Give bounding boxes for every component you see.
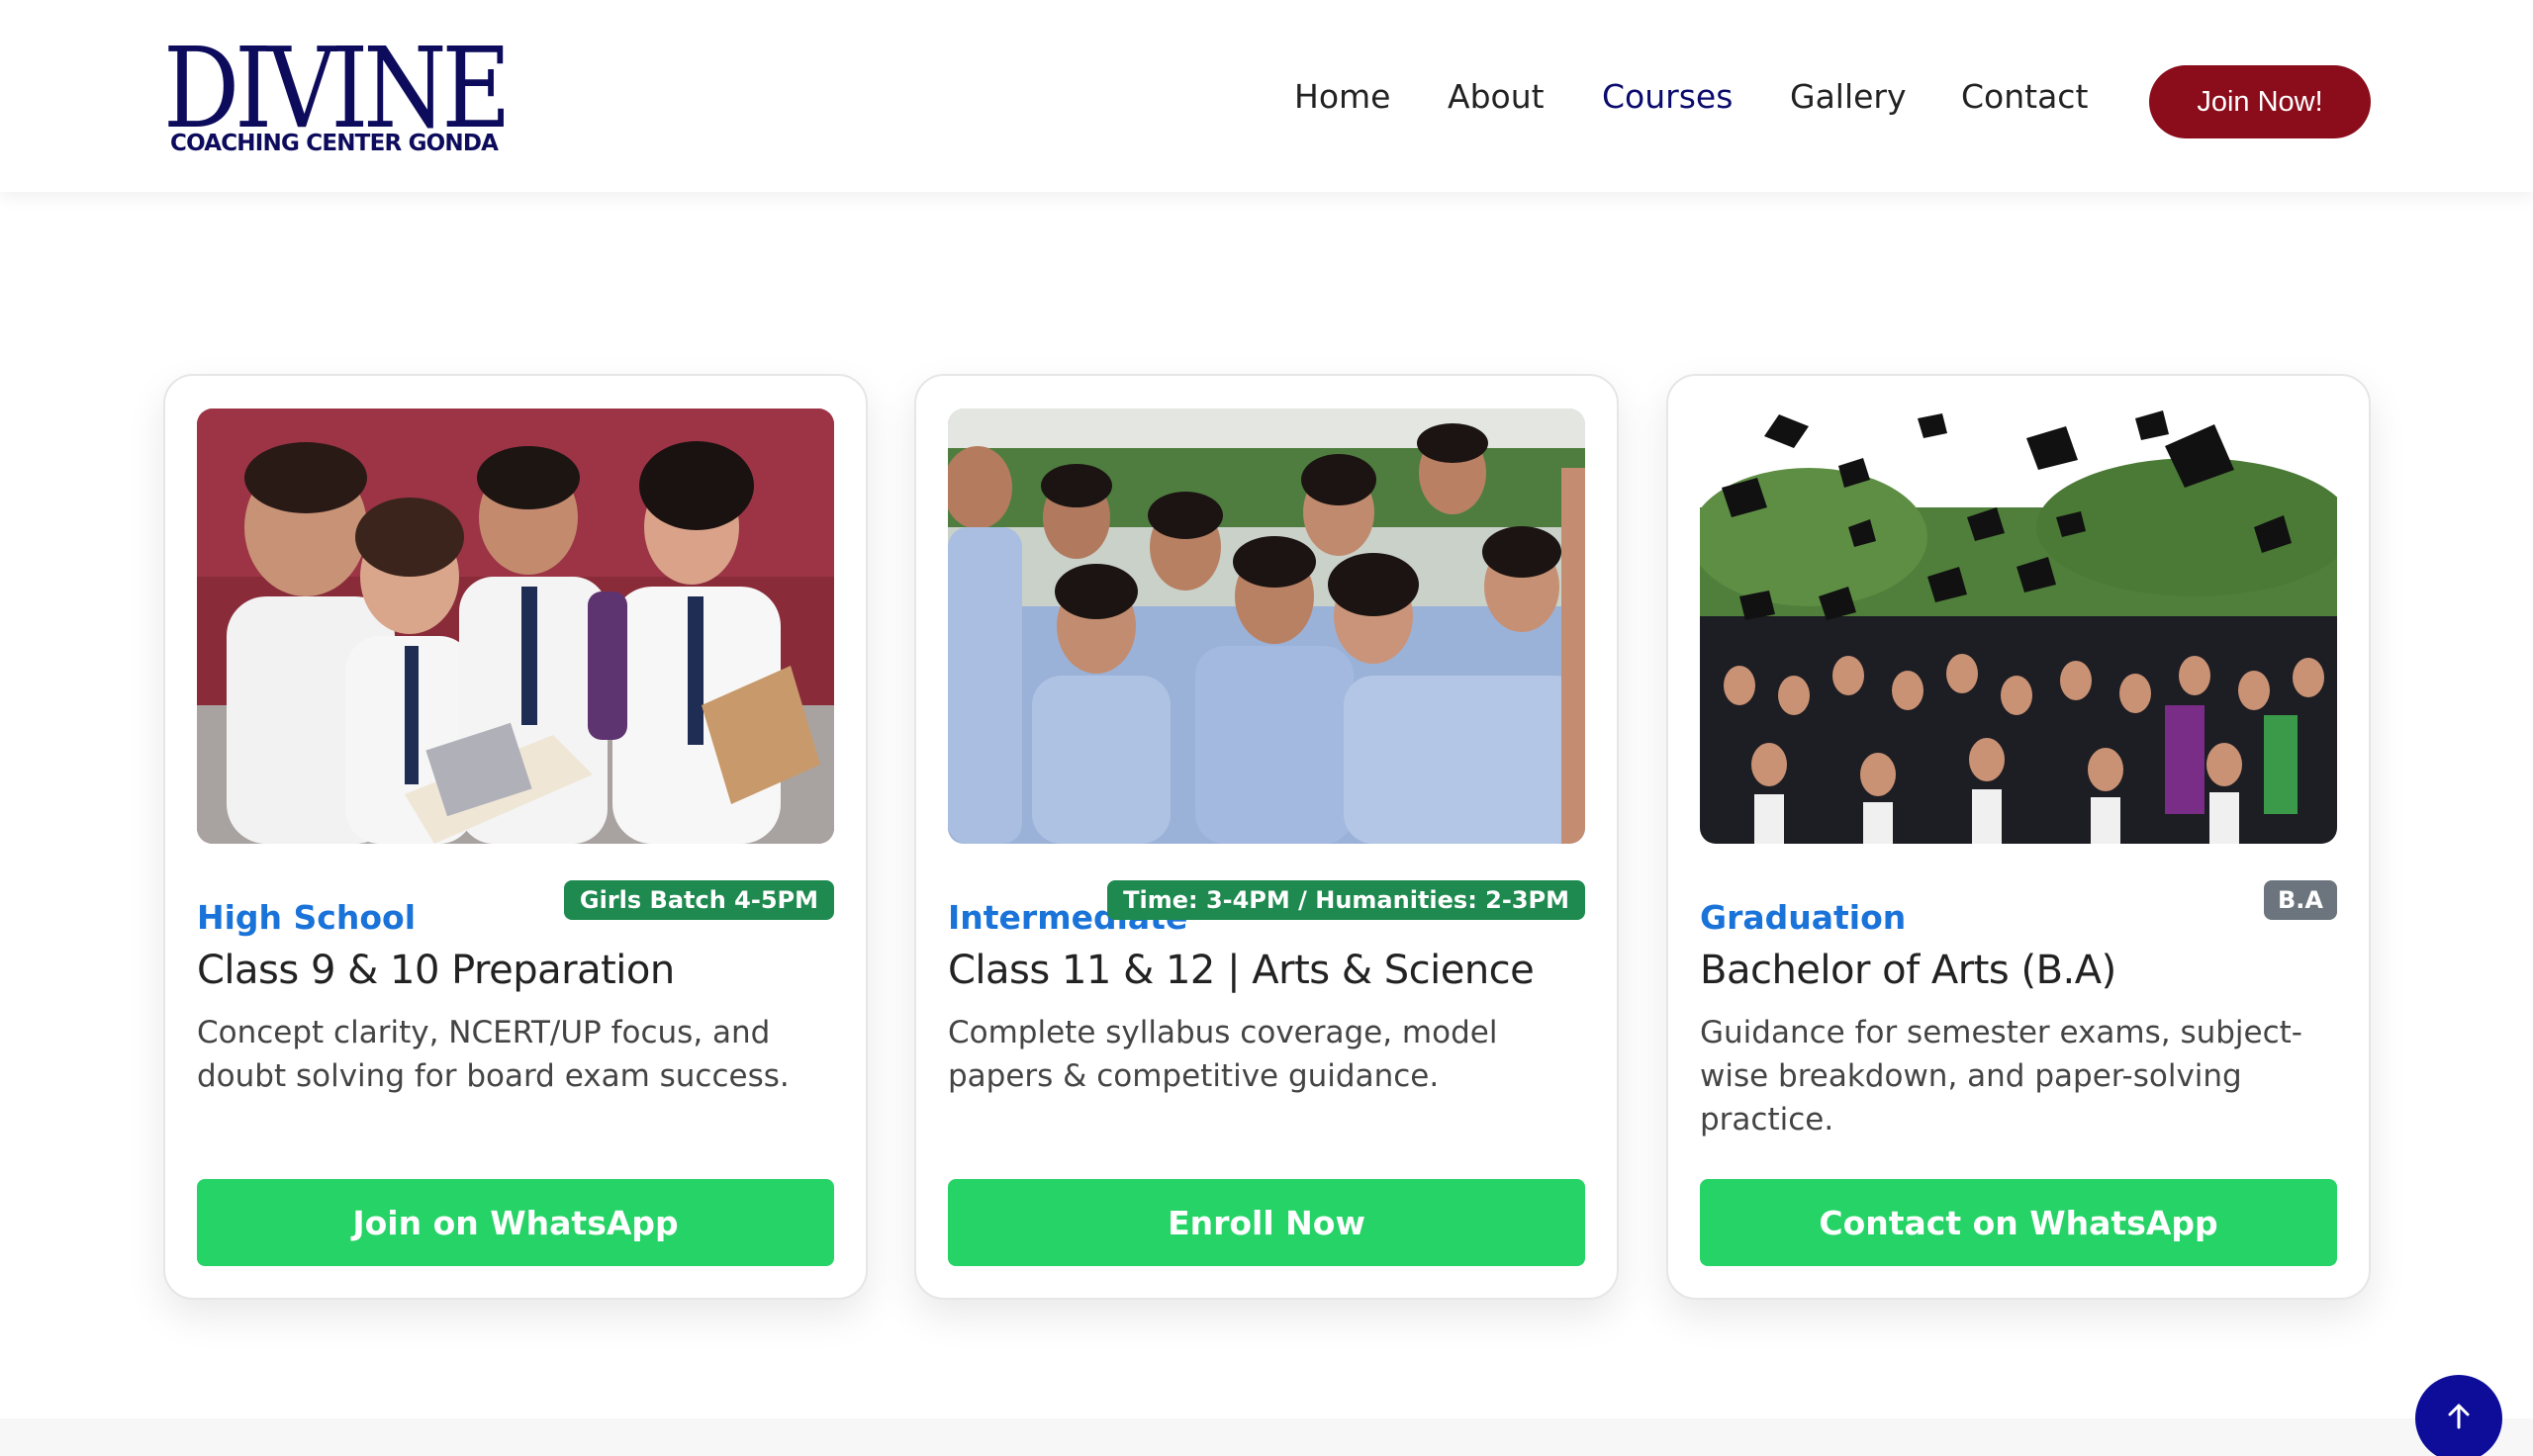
batch-time-badge: Girls Batch 4-5PM bbox=[563, 880, 834, 920]
course-card-high-school: High School Girls Batch 4-5PM Class 9 & … bbox=[163, 374, 868, 1300]
join-now-button[interactable]: Join Now! bbox=[2149, 65, 2371, 138]
intermediate-students-photo bbox=[948, 409, 1585, 844]
site-header: DIVINE COACHING CENTER GONDA Home About … bbox=[0, 0, 2533, 192]
course-category: Graduation bbox=[1700, 898, 1907, 937]
enroll-now-button[interactable]: Enroll Now bbox=[948, 1179, 1585, 1266]
degree-badge: B.A bbox=[2264, 880, 2337, 920]
course-category: High School bbox=[197, 898, 417, 937]
batch-time-badge: Time: 3-4PM / Humanities: 2-3PM bbox=[1107, 880, 1585, 920]
course-description: Concept clarity, NCERT/UP focus, and dou… bbox=[197, 1015, 790, 1094]
course-description: Complete syllabus coverage, model papers… bbox=[948, 1015, 1498, 1094]
scroll-to-top-button[interactable] bbox=[2415, 1375, 2502, 1456]
footer-strip bbox=[0, 1418, 2533, 1456]
nav-gallery[interactable]: Gallery bbox=[1790, 77, 1907, 116]
contact-on-whatsapp-button[interactable]: Contact on WhatsApp bbox=[1700, 1179, 2337, 1266]
nav-contact[interactable]: Contact bbox=[1961, 77, 2088, 116]
nav-about[interactable]: About bbox=[1448, 77, 1545, 116]
arrow-up-icon bbox=[2443, 1401, 2475, 1436]
high-school-students-photo bbox=[197, 409, 834, 844]
graduation-caps-photo bbox=[1700, 409, 2337, 844]
course-title: Class 9 & 10 Preparation bbox=[197, 948, 675, 993]
nav-courses[interactable]: Courses bbox=[1602, 77, 1733, 116]
course-description: Guidance for semester exams, subject-wis… bbox=[1700, 1015, 2302, 1138]
course-card-intermediate: Intermediate Time: 3-4PM / Humanities: 2… bbox=[914, 374, 1619, 1300]
course-card-graduation: Graduation B.A Bachelor of Arts (B.A) Gu… bbox=[1666, 374, 2371, 1300]
join-on-whatsapp-button[interactable]: Join on WhatsApp bbox=[197, 1179, 834, 1266]
nav-home[interactable]: Home bbox=[1294, 77, 1390, 116]
course-title: Class 11 & 12 | Arts & Science bbox=[948, 948, 1535, 993]
course-title: Bachelor of Arts (B.A) bbox=[1700, 948, 2116, 993]
brand-subtitle: COACHING CENTER GONDA bbox=[170, 131, 499, 156]
